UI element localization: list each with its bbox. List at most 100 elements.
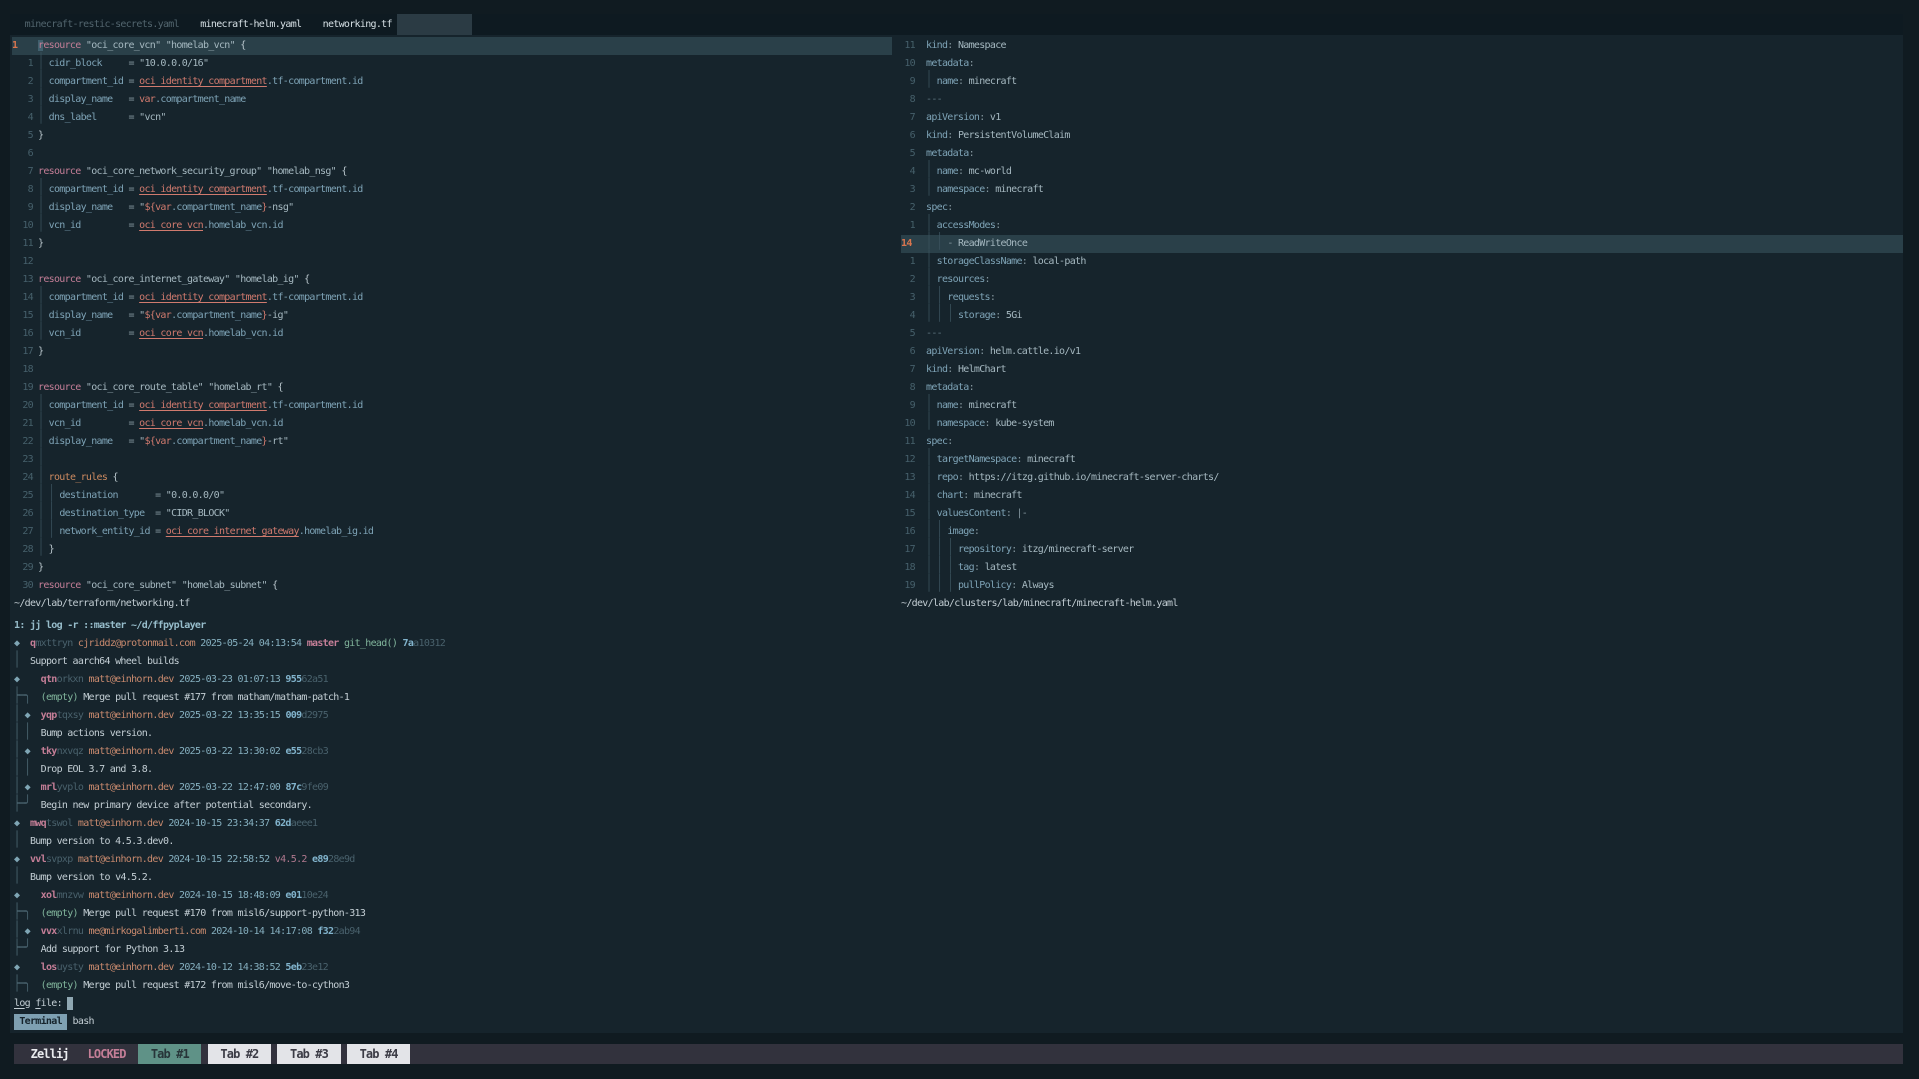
code-line[interactable]: 7resource "oci_core_network_security_gro… bbox=[12, 163, 892, 181]
log-line[interactable]: │ Bump version to v4.5.2. bbox=[14, 869, 1903, 887]
code-line[interactable]: 8--- bbox=[901, 91, 1903, 109]
code-line[interactable]: 9│ name: minecraft bbox=[901, 73, 1903, 91]
code-line[interactable]: 23│ bbox=[12, 451, 892, 469]
log-line[interactable]: │ │ Drop EOL 3.7 and 3.8. bbox=[14, 761, 1903, 779]
code-line[interactable]: 2│ resources: bbox=[901, 271, 1903, 289]
code-line[interactable]: 11spec: bbox=[901, 433, 1903, 451]
log-line[interactable]: │ ◆ vvxxlrnu me@mirkogalimberti.com 2024… bbox=[14, 923, 1903, 941]
code-line[interactable]: 1│ cidr_block = "10.0.0.0/16" bbox=[12, 55, 892, 73]
code-line[interactable]: 4│ dns_label = "vcn" bbox=[12, 109, 892, 127]
code-line[interactable]: 7kind: HelmChart bbox=[901, 361, 1903, 379]
code-line[interactable]: 26│ │ destination_type = "CIDR_BLOCK" bbox=[12, 505, 892, 523]
code-line[interactable]: 19│ │ │ pullPolicy: Always bbox=[901, 577, 1903, 595]
code-line[interactable]: 15│ valuesContent: |- bbox=[901, 505, 1903, 523]
code-line[interactable]: 25│ │ destination = "0.0.0.0/0" bbox=[12, 487, 892, 505]
zellij-tab-2[interactable]: Tab #2 bbox=[208, 1044, 271, 1064]
code-line[interactable]: 27│ │ network_entity_id = oci_core_inter… bbox=[12, 523, 892, 541]
code-line[interactable]: 16│ │ image: bbox=[901, 523, 1903, 541]
code-line[interactable]: 12 bbox=[12, 253, 892, 271]
code-line[interactable]: 4│ name: mc-world bbox=[901, 163, 1903, 181]
bufferline-tab-networking-tf[interactable]: networking.tf bbox=[317, 14, 397, 35]
code-line[interactable]: 19resource "oci_core_route_table" "homel… bbox=[12, 379, 892, 397]
terminal-tab-bash[interactable]: bash bbox=[73, 1016, 94, 1027]
code-line[interactable]: 18 bbox=[12, 361, 892, 379]
log-line[interactable]: Terminal bash bbox=[14, 1013, 1903, 1031]
log-line[interactable]: ├─╯ Add support for Python 3.13 bbox=[14, 941, 1903, 959]
code-line[interactable]: 29} bbox=[12, 559, 892, 577]
code-line[interactable]: 10│ namespace: kube-system bbox=[901, 415, 1903, 433]
log-line[interactable]: ├─╮ (empty) Merge pull request #172 from… bbox=[14, 977, 1903, 995]
zellij-bar-row[interactable]: Zellij LOCKED Tab #1 Tab #2 Tab #3 Tab #… bbox=[18, 1044, 1903, 1064]
code-line[interactable]: 14│ │ - ReadWriteOnce bbox=[901, 235, 1903, 253]
code-line[interactable]: 20│ compartment_id = oci_identity_compar… bbox=[12, 397, 892, 415]
log-line[interactable]: ◆ losuysty matt@einhorn.dev 2024-10-12 1… bbox=[14, 959, 1903, 977]
log-line[interactable]: │ Bump version to 4.5.3.dev0. bbox=[14, 833, 1903, 851]
code-line[interactable]: 30resource "oci_core_subnet" "homelab_su… bbox=[12, 577, 892, 595]
code-line[interactable]: 18│ │ │ tag: latest bbox=[901, 559, 1903, 577]
code-line[interactable]: 10metadata: bbox=[901, 55, 1903, 73]
log-line[interactable]: ◆ vvlsvpxp matt@einhorn.dev 2024-10-15 2… bbox=[14, 851, 1903, 869]
log-line[interactable]: ◆ mwqtswol matt@einhorn.dev 2024-10-15 2… bbox=[14, 815, 1903, 833]
code-line[interactable]: 24│ route_rules { bbox=[12, 469, 892, 487]
code-line[interactable]: 17│ │ │ repository: itzg/minecraft-serve… bbox=[901, 541, 1903, 559]
code-line[interactable]: 16│ vcn_id = oci_core_vcn.homelab_vcn.id bbox=[12, 325, 892, 343]
code-line[interactable]: 9│ display_name = "${var.compartment_nam… bbox=[12, 199, 892, 217]
code-line[interactable]: 13resource "oci_core_internet_gateway" "… bbox=[12, 271, 892, 289]
code-line[interactable]: 5} bbox=[12, 127, 892, 145]
log-line[interactable]: ├─╯ Begin new primary device after poten… bbox=[14, 797, 1903, 815]
editor-split-minecraft-helm-yaml[interactable]: 11kind: Namespace10metadata:9│ name: min… bbox=[897, 37, 1903, 595]
code-line[interactable]: 21│ vcn_id = oci_core_vcn.homelab_vcn.id bbox=[12, 415, 892, 433]
log-line[interactable]: │ Support aarch64 wheel builds bbox=[14, 653, 1903, 671]
code-line[interactable]: 13│ repo: https://itzg.github.io/minecra… bbox=[901, 469, 1903, 487]
code-line[interactable]: 17} bbox=[12, 343, 892, 361]
code-line[interactable]: 1│ accessModes: bbox=[901, 217, 1903, 235]
bufferline-tab-minecraft-restic-secrets[interactable]: minecraft-restic-secrets.yaml bbox=[19, 14, 184, 35]
prompt-line[interactable]: log file: bbox=[14, 995, 1903, 1013]
log-line[interactable]: │ ◆ mrlyvplo matt@einhorn.dev 2025-03-22… bbox=[14, 779, 1903, 797]
zellij-tab-4[interactable]: Tab #4 bbox=[347, 1044, 410, 1064]
code-line[interactable]: 6apiVersion: helm.cattle.io/v1 bbox=[901, 343, 1903, 361]
code-line[interactable]: 9│ name: minecraft bbox=[901, 397, 1903, 415]
code-line[interactable]: 10│ vcn_id = oci_core_vcn.homelab_vcn.id bbox=[12, 217, 892, 235]
code-line[interactable]: 14│ chart: minecraft bbox=[901, 487, 1903, 505]
log-line[interactable]: ├─╮ (empty) Merge pull request #170 from… bbox=[14, 905, 1903, 923]
terminal-tab-terminal[interactable]: Terminal bbox=[14, 1014, 67, 1030]
code-line[interactable]: 1resource "oci_core_vcn" "homelab_vcn" { bbox=[12, 37, 892, 55]
code-line[interactable]: 28│ } bbox=[12, 541, 892, 559]
log-line[interactable]: │ ◆ tkynxvqz matt@einhorn.dev 2025-03-22… bbox=[14, 743, 1903, 761]
log-line[interactable]: ├─╮ (empty) Merge pull request #177 from… bbox=[14, 689, 1903, 707]
code-line[interactable]: 11kind: Namespace bbox=[901, 37, 1903, 55]
code-line[interactable]: 14│ compartment_id = oci_identity_compar… bbox=[12, 289, 892, 307]
log-line[interactable]: │ ◆ yqptqxsy matt@einhorn.dev 2025-03-22… bbox=[14, 707, 1903, 725]
code-line[interactable]: 1│ storageClassName: local-path bbox=[901, 253, 1903, 271]
bufferline-tab-minecraft-helm[interactable]: minecraft-helm.yaml bbox=[195, 14, 307, 35]
log-line[interactable]: │ │ Bump actions version. bbox=[14, 725, 1903, 743]
zellij-tab-3[interactable]: Tab #3 bbox=[277, 1044, 340, 1064]
code-line[interactable]: 6kind: PersistentVolumeClaim bbox=[901, 127, 1903, 145]
token-ig: │ bbox=[38, 104, 43, 131]
code-line[interactable]: 5metadata: bbox=[901, 145, 1903, 163]
code-line[interactable]: 8metadata: bbox=[901, 379, 1903, 397]
code-line[interactable]: 4│ │ │ storage: 5Gi bbox=[901, 307, 1903, 325]
code-line[interactable]: 15│ display_name = "${var.compartment_na… bbox=[12, 307, 892, 325]
code-line[interactable]: 12│ targetNamespace: minecraft bbox=[901, 451, 1903, 469]
code-line[interactable]: 3│ namespace: minecraft bbox=[901, 181, 1903, 199]
log-line[interactable]: ◆ qtnorkxn matt@einhorn.dev 2025-03-23 0… bbox=[14, 671, 1903, 689]
log-line[interactable]: ◆ xolmnzvw matt@einhorn.dev 2024-10-15 1… bbox=[14, 887, 1903, 905]
bufferline-row[interactable]: minecraft-restic-secrets.yaml minecraft-… bbox=[14, 14, 1903, 35]
code-line[interactable]: 7apiVersion: v1 bbox=[901, 109, 1903, 127]
code-line[interactable]: 8│ compartment_id = oci_identity_compart… bbox=[12, 181, 892, 199]
editor-split-networking-tf[interactable]: 1resource "oci_core_vcn" "homelab_vcn" {… bbox=[10, 37, 892, 595]
code-line[interactable]: 6 bbox=[12, 145, 892, 163]
code-line[interactable]: 22│ display_name = "${var.compartment_na… bbox=[12, 433, 892, 451]
log-line[interactable]: ◆ qmxttryn cjriddz@protonmail.com 2025-0… bbox=[14, 635, 1903, 653]
zellij-tab-1[interactable]: Tab #1 bbox=[138, 1044, 201, 1064]
code-line[interactable]: 2│ compartment_id = oci_identity_compart… bbox=[12, 73, 892, 91]
log-line[interactable]: 1: jj log -r ::master ~/d/ffpyplayer bbox=[14, 617, 1903, 635]
code-line[interactable]: 5--- bbox=[901, 325, 1903, 343]
code-line[interactable]: 3│ display_name = var.compartment_name bbox=[12, 91, 892, 109]
terminal-pane-jj-log[interactable]: 1: jj log -r ::master ~/d/ffpyplayer◆ qm… bbox=[10, 614, 1903, 1033]
code-line[interactable]: 2spec: bbox=[901, 199, 1903, 217]
code-line[interactable]: 3│ │ requests: bbox=[901, 289, 1903, 307]
code-line[interactable]: 11} bbox=[12, 235, 892, 253]
